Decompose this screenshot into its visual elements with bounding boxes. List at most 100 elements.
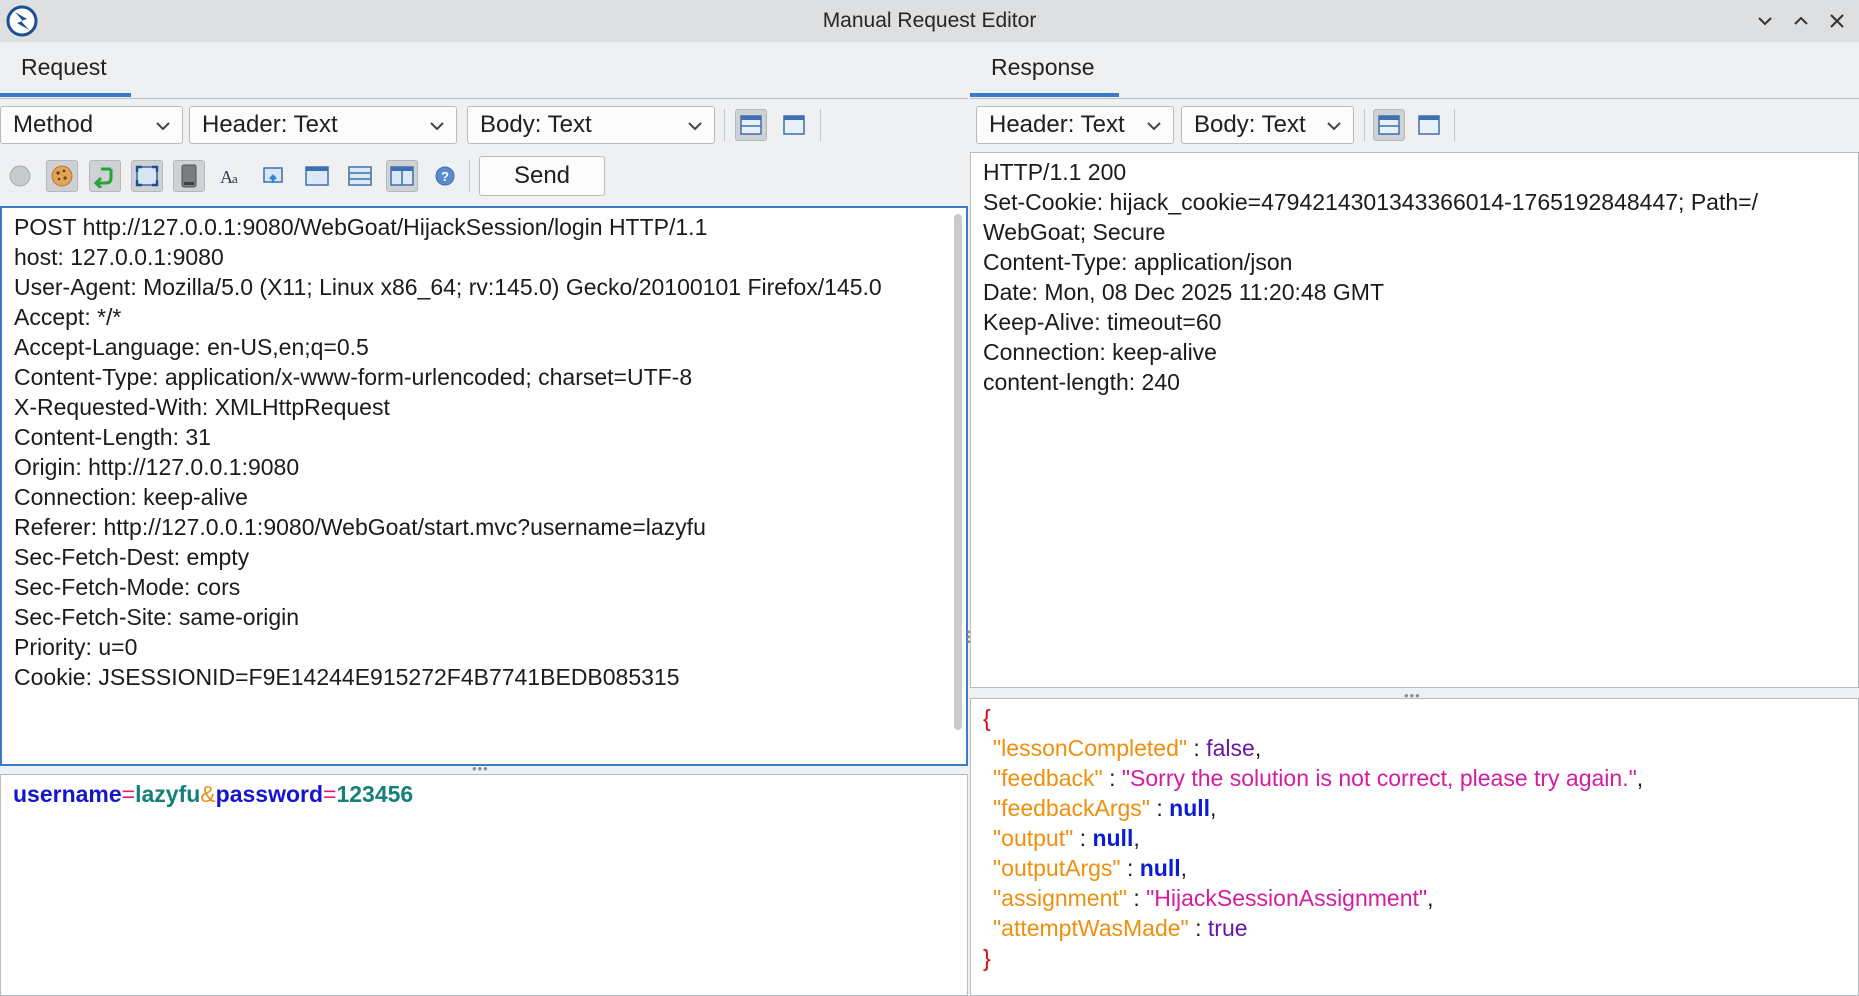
request-action-bar: Aa ? Send bbox=[0, 150, 968, 200]
response-header-line: WebGoat; Secure bbox=[983, 219, 1166, 245]
app-logo-icon bbox=[6, 5, 38, 37]
fullscreen-icon bbox=[135, 165, 159, 187]
response-header-line: Set-Cookie: hijack_cookie=47942143013433… bbox=[983, 189, 1758, 215]
request-header-scrollbar[interactable] bbox=[954, 214, 962, 730]
chevron-down-icon bbox=[1327, 122, 1341, 131]
request-toolbar: Method Header: Text Body: Text bbox=[0, 100, 968, 150]
follow-redirects-button[interactable] bbox=[89, 160, 121, 192]
response-tab-bar: Response bbox=[970, 42, 1859, 99]
window-title: Manual Request Editor bbox=[822, 9, 1037, 32]
json-comma: , bbox=[1133, 825, 1140, 851]
json-row: "attemptWasMade" : true bbox=[983, 913, 1846, 943]
single-view-button[interactable] bbox=[778, 109, 810, 141]
font-button[interactable]: Aa bbox=[216, 160, 248, 192]
json-value: null bbox=[1169, 795, 1211, 821]
response-header-line: Date: Mon, 08 Dec 2025 11:20:48 GMT bbox=[983, 279, 1385, 305]
response-header-line: HTTP/1.1 200 bbox=[983, 159, 1127, 185]
minimize-button[interactable] bbox=[1749, 6, 1781, 36]
request-body-editor[interactable]: username=lazyfu&password=123456 bbox=[0, 774, 968, 996]
request-body-line: username=lazyfu&password=123456 bbox=[13, 779, 955, 809]
font-icon: Aa bbox=[220, 167, 238, 187]
json-separator: : bbox=[1187, 735, 1207, 761]
response-body-viewer[interactable]: { "lessonCompleted" : false, "feedback" :… bbox=[970, 698, 1859, 996]
header-format-value: Header: Text bbox=[202, 111, 338, 138]
json-key: "lessonCompleted" bbox=[993, 735, 1188, 761]
use-cookies-button[interactable] bbox=[46, 160, 78, 192]
svg-text:a: a bbox=[232, 171, 238, 186]
body-format-select[interactable]: Body: Text bbox=[467, 106, 715, 144]
json-value: true bbox=[1207, 915, 1248, 941]
tab-request[interactable]: Request bbox=[0, 42, 131, 97]
request-header-line: host: 127.0.0.1:9080 bbox=[14, 244, 224, 270]
response-pane: Response Header: Text Body: Text HTTP/1.… bbox=[970, 42, 1859, 996]
split-view-icon bbox=[740, 115, 762, 135]
fullscreen-button[interactable] bbox=[131, 160, 163, 192]
json-value: "Sorry the solution is not correct, plea… bbox=[1121, 765, 1637, 791]
header-format-select[interactable]: Header: Text bbox=[189, 106, 457, 144]
json-comma: , bbox=[1180, 855, 1188, 881]
refresh-icon bbox=[263, 167, 283, 183]
request-header-line: POST http://127.0.0.1:9080/WebGoat/Hijac… bbox=[14, 214, 708, 240]
stop-button[interactable] bbox=[4, 160, 36, 192]
layout-horizontal-button[interactable] bbox=[344, 160, 376, 192]
body-value-password: 123456 bbox=[336, 781, 414, 807]
response-header-lines: HTTP/1.1 200 Set-Cookie: hijack_cookie=47… bbox=[983, 157, 1846, 397]
layout-split-icon bbox=[390, 166, 414, 186]
json-key: "output" bbox=[993, 825, 1074, 851]
close-button[interactable] bbox=[1821, 6, 1853, 36]
request-header-line: User-Agent: Mozilla/5.0 (X11; Linux x86_… bbox=[14, 274, 882, 300]
single-view-icon bbox=[783, 115, 805, 135]
json-value: "HijackSessionAssignment" bbox=[1146, 885, 1428, 911]
request-header-editor[interactable]: POST http://127.0.0.1:9080/WebGoat/Hijac… bbox=[0, 206, 968, 766]
split-view-icon bbox=[1378, 115, 1400, 135]
chevron-down-icon bbox=[688, 122, 702, 131]
refresh-button[interactable] bbox=[258, 160, 290, 192]
chevron-down-icon bbox=[1147, 122, 1161, 131]
chevron-down-icon bbox=[156, 122, 170, 131]
request-header-line: Content-Type: application/x-www-form-url… bbox=[14, 364, 693, 390]
response-header-line: Connection: keep-alive bbox=[983, 339, 1217, 365]
tab-request-label: Request bbox=[21, 54, 107, 80]
clear-button[interactable] bbox=[173, 160, 205, 192]
request-header-line: Origin: http://127.0.0.1:9080 bbox=[14, 454, 300, 480]
response-header-line: content-length: 240 bbox=[983, 369, 1180, 395]
chevron-down-icon bbox=[430, 122, 444, 131]
title-bar: Manual Request Editor bbox=[0, 0, 1859, 42]
json-value: false bbox=[1206, 735, 1255, 761]
method-select[interactable]: Method bbox=[0, 106, 183, 144]
json-key: "feedback" bbox=[993, 765, 1103, 791]
tab-response[interactable]: Response bbox=[970, 42, 1119, 97]
response-single-view-button[interactable] bbox=[1413, 109, 1445, 141]
response-split-view-button[interactable] bbox=[1373, 109, 1405, 141]
json-row: "outputArgs" : null, bbox=[983, 853, 1846, 883]
send-button[interactable]: Send bbox=[479, 156, 605, 196]
body-key-password: password bbox=[215, 781, 324, 807]
response-header-line: Keep-Alive: timeout=60 bbox=[983, 309, 1222, 335]
request-header-line: Cookie: JSESSIONID=F9E14244E915272F4B774… bbox=[14, 664, 680, 690]
split-vertical-view-button[interactable] bbox=[735, 109, 767, 141]
request-header-line: Priority: u=0 bbox=[14, 634, 138, 660]
help-button[interactable]: ? bbox=[429, 160, 461, 192]
window-icon bbox=[305, 166, 329, 186]
response-header-viewer[interactable]: HTTP/1.1 200 Set-Cookie: hijack_cookie=47… bbox=[970, 152, 1859, 688]
json-close-brace: } bbox=[983, 945, 991, 971]
body-ampersand: & bbox=[200, 781, 216, 807]
layout-horizontal-icon bbox=[348, 166, 372, 186]
cookie-icon bbox=[51, 165, 73, 187]
toolbar-divider bbox=[724, 109, 725, 141]
maximize-button[interactable] bbox=[1785, 6, 1817, 36]
toolbar-divider bbox=[1454, 109, 1455, 141]
request-pane: Request Method Header: Text Body: Text A… bbox=[0, 42, 968, 996]
json-separator: : bbox=[1073, 825, 1093, 851]
json-value: null bbox=[1092, 825, 1134, 851]
request-header-line: X-Requested-With: XMLHttpRequest bbox=[14, 394, 390, 420]
request-header-line: Sec-Fetch-Dest: empty bbox=[14, 544, 250, 570]
response-header-line: Content-Type: application/json bbox=[983, 249, 1293, 275]
request-header-line: Referer: http://127.0.0.1:9080/WebGoat/s… bbox=[14, 514, 706, 540]
json-comma: , bbox=[1254, 735, 1262, 761]
window-button[interactable] bbox=[301, 160, 333, 192]
response-header-format-select[interactable]: Header: Text bbox=[976, 106, 1174, 144]
response-body-format-select[interactable]: Body: Text bbox=[1181, 106, 1354, 144]
method-select-value: Method bbox=[13, 111, 94, 138]
layout-split-button[interactable] bbox=[386, 160, 418, 192]
